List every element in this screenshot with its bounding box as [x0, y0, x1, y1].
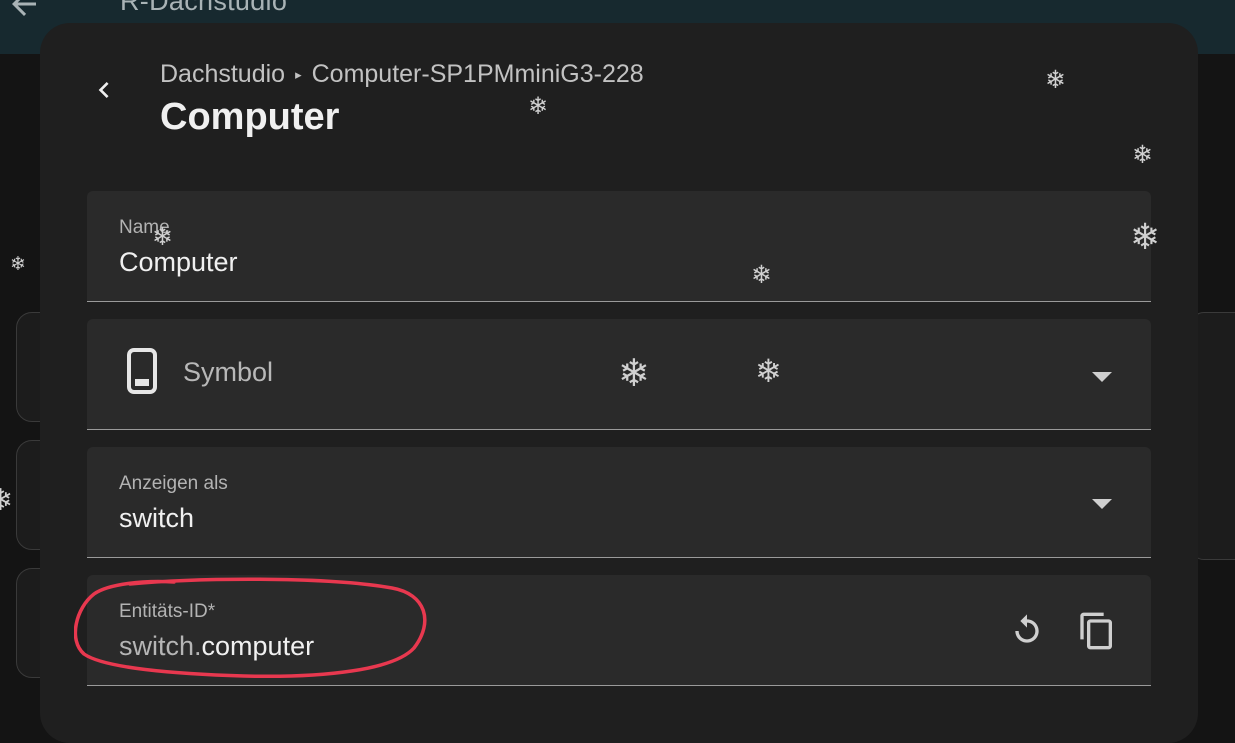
breadcrumb: Dachstudio ▸ Computer-SP1PMminiG3-228 — [160, 60, 644, 89]
snowflake-icon: ❄ — [0, 484, 14, 517]
symbol-picker[interactable]: Symbol — [87, 319, 1151, 430]
entity-id-field[interactable]: Entitäts-ID* switch.computer — [87, 575, 1151, 686]
copy-icon[interactable] — [1077, 611, 1117, 651]
cellphone-icon — [127, 348, 157, 394]
name-label: Name — [119, 217, 170, 238]
back-arrow-icon[interactable] — [6, 0, 42, 22]
name-field[interactable]: Name Computer — [87, 191, 1151, 302]
snowflake-icon: ❄ — [10, 254, 26, 275]
show-as-label: Anzeigen als — [119, 473, 228, 494]
show-as-select[interactable]: Anzeigen als switch — [87, 447, 1151, 558]
symbol-placeholder: Symbol — [183, 357, 274, 387]
breadcrumb-separator: ▸ — [295, 67, 302, 82]
restore-icon[interactable] — [1007, 611, 1047, 651]
app-title: R-Dachstudio — [120, 0, 288, 16]
entity-id-input[interactable]: switch.computer — [119, 631, 314, 662]
entity-domain-prefix: switch. — [119, 631, 202, 661]
entity-id-label: Entitäts-ID* — [119, 601, 216, 622]
name-input[interactable]: Computer — [119, 247, 238, 278]
dialog-title: Computer — [160, 96, 340, 138]
entity-object-id: computer — [201, 631, 315, 661]
breadcrumb-area: Dachstudio — [160, 60, 286, 88]
dropdown-arrow-icon[interactable] — [1092, 372, 1112, 382]
show-as-value: switch — [119, 503, 195, 533]
dropdown-arrow-icon[interactable] — [1092, 499, 1112, 509]
chevron-left-icon[interactable] — [88, 74, 120, 106]
breadcrumb-device: Computer-SP1PMminiG3-228 — [311, 60, 644, 88]
